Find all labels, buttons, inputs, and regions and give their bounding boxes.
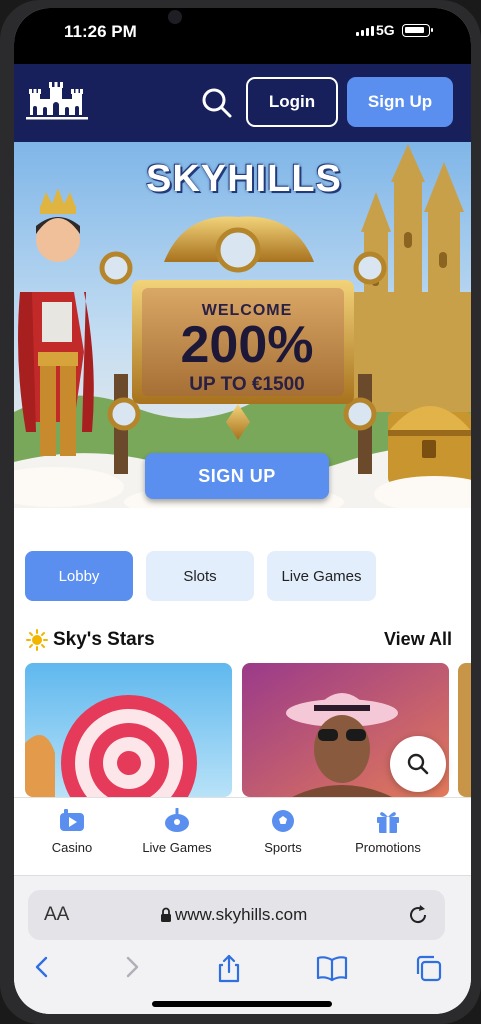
reload-icon[interactable]: [406, 903, 430, 927]
bookmarks-icon[interactable]: [316, 954, 348, 982]
nav-casino-label: Casino: [51, 840, 93, 855]
floating-search-button[interactable]: [390, 736, 446, 792]
banner-bonus-upto: UP TO €1500: [189, 374, 305, 395]
status-time: 11:26 PM: [64, 22, 137, 41]
share-icon[interactable]: [215, 954, 243, 984]
search-icon: [407, 753, 429, 775]
game-card-candy[interactable]: [25, 663, 232, 797]
section-title: Sky's Stars: [53, 629, 155, 650]
banner-signup-button[interactable]: SIGN UP: [145, 453, 329, 499]
status-bar: 11:26 PM 5G: [14, 8, 471, 64]
nav-sports[interactable]: Sports: [233, 808, 333, 855]
live-games-icon: [165, 808, 189, 832]
view-all-link[interactable]: View All: [384, 629, 452, 650]
lock-icon: [161, 907, 171, 922]
nav-live-games-label: Live Games: [142, 840, 212, 855]
nav-promotions[interactable]: Promotions: [338, 808, 438, 855]
site-header: Login Sign Up: [14, 64, 471, 142]
banner-bonus-percent: 200%: [180, 316, 314, 374]
battery-icon: [402, 24, 433, 37]
browser-toolbar: AA www.skyhills.com: [14, 875, 471, 1014]
nav-sports-label: Sports: [264, 840, 302, 855]
nav-promotions-label: Promotions: [355, 840, 421, 855]
text-size-button[interactable]: AA: [44, 904, 69, 926]
forward-icon[interactable]: [122, 954, 142, 980]
home-indicator[interactable]: [152, 1001, 332, 1007]
nav-live-games[interactable]: Live Games: [127, 808, 227, 855]
tab-live-games[interactable]: Live Games: [267, 551, 376, 601]
signal-icon: [356, 26, 374, 36]
network-label: 5G: [376, 22, 395, 38]
sports-icon: [272, 810, 294, 832]
camera-dot: [168, 10, 182, 24]
search-icon[interactable]: [200, 86, 234, 120]
login-button[interactable]: Login: [246, 77, 338, 127]
sun-icon: [26, 629, 48, 651]
section-header: Sky's Stars: [26, 628, 155, 652]
url-text: www.skyhills.com: [175, 905, 308, 924]
banner-brand: SKYHILLS: [146, 158, 342, 200]
promotions-icon: [377, 812, 399, 833]
tabs-icon[interactable]: [414, 954, 444, 982]
screen: 11:26 PM 5G Login Sign Up SKYHILLS WELCO…: [14, 8, 471, 1014]
signup-button[interactable]: Sign Up: [347, 77, 453, 127]
nav-casino[interactable]: Casino: [22, 808, 122, 855]
bottom-nav: Casino Live Games Sports Promotions: [14, 797, 471, 875]
back-icon[interactable]: [32, 954, 52, 980]
tab-lobby[interactable]: Lobby: [25, 551, 133, 601]
address-bar[interactable]: AA www.skyhills.com: [28, 890, 445, 940]
game-card-partial[interactable]: [458, 663, 471, 797]
casino-icon: [60, 809, 84, 831]
tab-slots[interactable]: Slots: [146, 551, 254, 601]
castle-logo-icon[interactable]: [22, 79, 92, 125]
phone-frame: 11:26 PM 5G Login Sign Up SKYHILLS WELCO…: [0, 0, 481, 1024]
